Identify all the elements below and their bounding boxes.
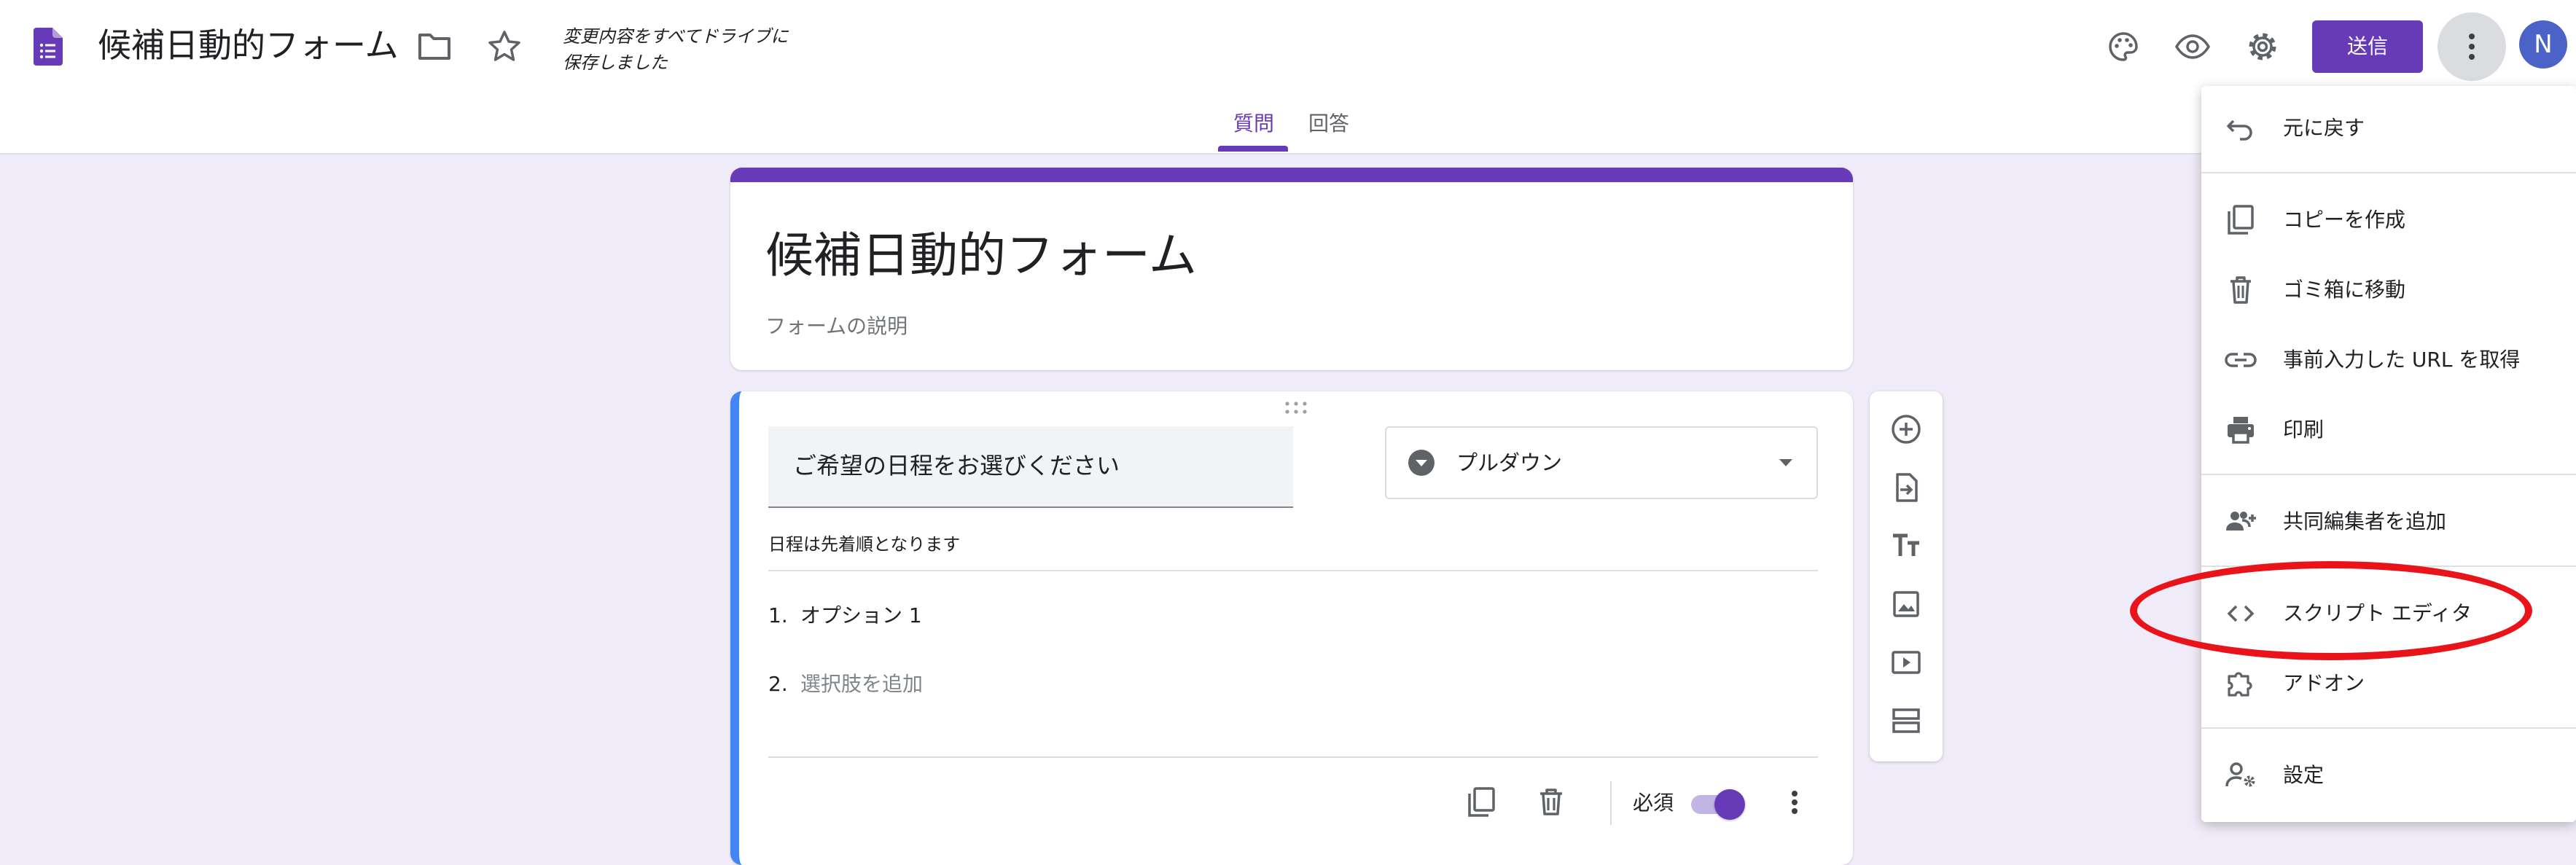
top-bar: 候補日動的フォーム 変更内容をすべてドライブに 保存しました 送信 N 質問 回… — [0, 0, 2576, 154]
trash-icon[interactable] — [1532, 783, 1570, 821]
menu-item-addons[interactable]: アドオン — [2283, 669, 2365, 698]
menu-item-print[interactable]: 印刷 — [2283, 415, 2324, 445]
person-settings-icon — [2223, 758, 2258, 793]
more-vert-icon — [2469, 34, 2475, 60]
undo-icon — [2223, 111, 2258, 146]
tab-questions[interactable]: 質問 — [1233, 109, 1274, 138]
required-label: 必須 — [1633, 791, 1674, 815]
add-video-icon[interactable] — [1889, 645, 1924, 680]
option-input[interactable]: オプション 1 — [800, 601, 922, 630]
duplicate-icon[interactable] — [1462, 783, 1500, 821]
add-image-icon[interactable] — [1889, 587, 1924, 622]
menu-item-script-editor[interactable]: スクリプト エディタ — [2283, 599, 2472, 628]
tab-responses[interactable]: 回答 — [1308, 109, 1349, 138]
dropdown-type-icon — [1405, 447, 1437, 479]
menu-divider — [2201, 565, 2576, 567]
description-divider — [768, 570, 1818, 571]
menu-item-settings[interactable]: 設定 — [2283, 761, 2324, 790]
question-footer-divider — [768, 756, 1818, 758]
add-title-icon[interactable] — [1889, 528, 1924, 563]
menu-divider — [2201, 727, 2576, 729]
required-toggle[interactable] — [1691, 789, 1746, 820]
print-icon — [2223, 412, 2258, 447]
menu-item-prefilled-url[interactable]: 事前入力した URL を取得 — [2283, 345, 2520, 375]
option-number: 1. — [768, 603, 788, 627]
menu-divider — [2201, 172, 2576, 173]
code-icon — [2223, 596, 2258, 631]
save-status: 変更内容をすべてドライブに 保存しました — [563, 26, 789, 73]
chevron-down-icon — [1777, 455, 1795, 470]
menu-item-undo[interactable]: 元に戻す — [2283, 114, 2365, 143]
palette-icon[interactable] — [2103, 26, 2144, 67]
question-type-label: プルダウン — [1456, 450, 1563, 475]
question-description[interactable]: 日程は先着順となります — [768, 532, 960, 557]
menu-item-add-collaborators[interactable]: 共同編集者を追加 — [2283, 507, 2446, 536]
option-number: 2. — [768, 672, 788, 696]
form-title[interactable]: 候補日動的フォーム — [765, 224, 1197, 287]
trash-icon — [2223, 273, 2258, 308]
menu-item-trash[interactable]: ゴミ箱に移動 — [2283, 275, 2405, 305]
import-questions-icon[interactable] — [1889, 470, 1924, 505]
question-card[interactable]: ご希望の日程をお選びください プルダウン 日程は先着順となります 1. オプショ… — [730, 391, 1853, 865]
toggle-knob — [1714, 789, 1745, 820]
add-option-button[interactable]: 選択肢を追加 — [800, 670, 923, 699]
send-button[interactable]: 送信 — [2312, 20, 2423, 73]
more-vert-icon[interactable] — [1780, 783, 1809, 821]
gear-icon[interactable] — [2242, 26, 2283, 67]
question-type-select[interactable]: プルダウン — [1385, 426, 1818, 499]
forms-logo-icon[interactable] — [34, 28, 63, 66]
star-icon[interactable] — [485, 28, 523, 66]
active-tab-indicator — [1218, 146, 1288, 152]
menu-item-make-copy[interactable]: コピーを作成 — [2283, 206, 2405, 235]
puzzle-icon — [2223, 666, 2258, 701]
footer-divider — [1610, 781, 1612, 825]
more-options-menu: 元に戻す コピーを作成 ゴミ箱に移動 事前入力した URL を取得 印刷 共同編… — [2201, 86, 2576, 822]
document-title[interactable]: 候補日動的フォーム — [98, 22, 399, 69]
question-title: ご希望の日程をお選びください — [793, 452, 1120, 480]
form-description-field[interactable]: フォームの説明 — [765, 312, 908, 341]
link-icon — [2223, 343, 2258, 377]
add-section-icon[interactable] — [1889, 703, 1924, 738]
form-title-card: 候補日動的フォーム フォームの説明 — [730, 168, 1853, 370]
add-question-icon[interactable] — [1889, 412, 1924, 447]
avatar[interactable]: N — [2519, 20, 2567, 69]
drag-handle-icon[interactable] — [1283, 400, 1309, 416]
copy-icon — [2223, 203, 2258, 238]
add-people-icon — [2223, 504, 2258, 539]
question-title-input[interactable]: ご希望の日程をお選びください — [768, 426, 1293, 508]
menu-divider — [2201, 474, 2576, 475]
side-toolbar — [1870, 391, 1943, 762]
more-options-button[interactable] — [2438, 12, 2506, 81]
folder-icon[interactable] — [415, 29, 453, 64]
eye-icon[interactable] — [2172, 26, 2213, 67]
